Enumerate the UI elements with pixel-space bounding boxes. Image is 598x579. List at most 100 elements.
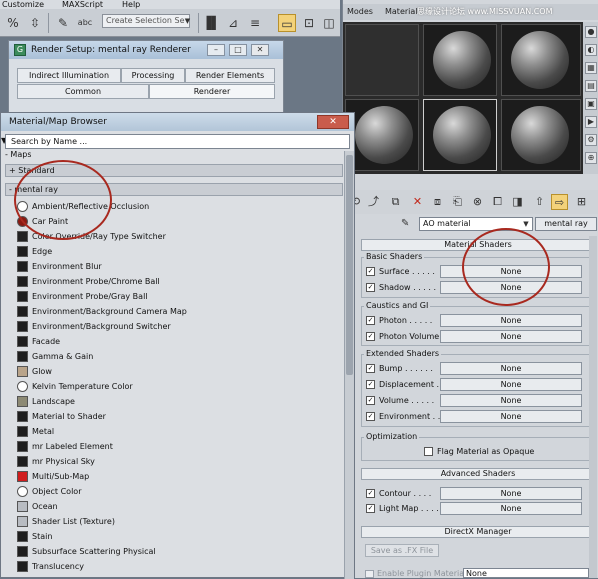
tab-processing[interactable]: Processing	[121, 68, 185, 83]
map-list-item[interactable]: Translucency	[15, 559, 343, 574]
options-icon[interactable]: ⚙	[585, 134, 597, 146]
volume-map-button[interactable]: None	[440, 394, 582, 407]
chevron-down-icon[interactable]: ▼	[183, 14, 192, 28]
close-button[interactable]: ✕	[251, 44, 269, 56]
sample-slot[interactable]	[501, 24, 581, 96]
map-list-item[interactable]: Stain	[15, 529, 343, 544]
eyedropper-icon[interactable]: ✎	[401, 217, 415, 231]
scrollbar-thumb[interactable]	[346, 155, 353, 375]
sample-type-icon[interactable]: ●	[585, 26, 597, 38]
make-unique-icon[interactable]: ⧈	[429, 194, 446, 210]
layer-icon[interactable]: ≡	[246, 14, 264, 32]
percent-snap-icon[interactable]: %	[4, 14, 22, 32]
tab-indirect-illumination[interactable]: Indirect Illumination	[17, 68, 121, 83]
material-id-icon[interactable]: ⊗	[469, 194, 486, 210]
put-to-scene-icon[interactable]: ⤴	[365, 194, 382, 210]
map-list-item[interactable]: Environment/Background Camera Map	[15, 304, 343, 319]
photon-map-button[interactable]: None	[440, 314, 582, 327]
shadow-checkbox[interactable]: ✓	[366, 283, 375, 292]
chevron-down-icon[interactable]: ▼	[520, 218, 532, 230]
save-fx-file-button[interactable]: Save as .FX File	[365, 544, 439, 557]
map-list-item[interactable]: mr Physical Sky	[15, 454, 343, 469]
browser-scrollbar[interactable]	[344, 151, 354, 579]
light-map-checkbox[interactable]: ✓	[366, 504, 375, 513]
photon-volume-map-button[interactable]: None	[440, 330, 582, 343]
flag-opaque-checkbox[interactable]	[424, 447, 433, 456]
schematic-view-icon[interactable]: ◫	[320, 14, 338, 32]
assign-material-icon[interactable]: ⧉	[387, 194, 404, 210]
plugin-material-select[interactable]: None	[463, 568, 589, 578]
map-list-item[interactable]: Material to Shader	[15, 409, 343, 424]
map-list-item[interactable]: Ocean	[15, 499, 343, 514]
minimize-button[interactable]: –	[207, 44, 225, 56]
map-list-item[interactable]: Environment Probe/Gray Ball	[15, 289, 343, 304]
photon-volume-checkbox[interactable]: ✓	[366, 332, 375, 341]
show-end-result-icon[interactable]: ◨	[509, 194, 526, 210]
menu-customize[interactable]: Customize	[2, 0, 44, 9]
light-map-button[interactable]: None	[440, 502, 582, 515]
curve-editor-icon[interactable]: ⊡	[300, 14, 318, 32]
align-icon[interactable]: ⊿	[224, 14, 242, 32]
map-list-item[interactable]: Landscape	[15, 394, 343, 409]
map-list-item[interactable]: Metal	[15, 424, 343, 439]
spinner-snap-icon[interactable]: ⇳	[26, 14, 44, 32]
sample-slot-active[interactable]	[423, 99, 497, 171]
contour-checkbox[interactable]: ✓	[366, 489, 375, 498]
map-list-item[interactable]: Environment/Background Switcher	[15, 319, 343, 334]
environment-map-button[interactable]: None	[440, 410, 582, 423]
pick-material-icon[interactable]: ⊞	[573, 194, 590, 210]
go-forward-sibling-icon[interactable]: ⇨	[551, 194, 568, 210]
map-list-item[interactable]: Gamma & Gain	[15, 349, 343, 364]
enable-plugin-checkbox[interactable]	[365, 570, 374, 578]
volume-checkbox[interactable]: ✓	[366, 396, 375, 405]
put-to-library-icon[interactable]: ⎗	[449, 194, 466, 210]
show-map-icon[interactable]: ⧠	[489, 194, 506, 210]
map-list-item[interactable]: mr Labeled Element	[15, 439, 343, 454]
menu-material[interactable]: Material	[385, 4, 418, 20]
background-icon[interactable]: ▦	[585, 62, 597, 74]
menu-modes[interactable]: Modes	[347, 4, 373, 20]
map-list-item[interactable]: Subsurface Scattering Physical	[15, 544, 343, 559]
photon-checkbox[interactable]: ✓	[366, 316, 375, 325]
graphite-icon[interactable]: ▭	[278, 14, 296, 32]
make-preview-icon[interactable]: ▶	[585, 116, 597, 128]
select-by-material-icon[interactable]: ⊕	[585, 152, 597, 164]
tab-common[interactable]: Common	[17, 84, 149, 99]
displacement-checkbox[interactable]: ✓	[366, 380, 375, 389]
rollout-directx-manager[interactable]: DirectX Manager	[361, 526, 595, 538]
map-list-item[interactable]: Shader List (Texture)	[15, 514, 343, 529]
maximize-button[interactable]: □	[229, 44, 247, 56]
environment-checkbox[interactable]: ✓	[366, 412, 375, 421]
sample-slot[interactable]	[501, 99, 581, 171]
search-input[interactable]: Search by Name ...	[5, 134, 350, 149]
abc-icon[interactable]: abc	[76, 14, 94, 32]
uv-tiling-icon[interactable]: ▤	[585, 80, 597, 92]
displacement-map-button[interactable]: None	[440, 378, 582, 391]
map-list-item[interactable]: Edge	[15, 244, 343, 259]
rollout-advanced-shaders[interactable]: Advanced Shaders	[361, 468, 595, 480]
material-editor-scrollbar[interactable]	[589, 236, 597, 578]
mirror-icon[interactable]: ▐▌	[202, 14, 220, 32]
sample-slot[interactable]	[345, 24, 419, 96]
sample-slot[interactable]	[345, 99, 419, 171]
tab-renderer[interactable]: Renderer	[149, 84, 275, 99]
map-list-item[interactable]: Multi/Sub-Map	[15, 469, 343, 484]
tab-render-elements[interactable]: Render Elements	[185, 68, 275, 83]
selection-set-input[interactable]: Create Selection Se	[102, 14, 190, 28]
material-type-button[interactable]: mental ray	[535, 217, 597, 231]
reset-map-icon[interactable]: ✕	[409, 194, 426, 210]
go-to-parent-icon[interactable]: ⇧	[531, 194, 548, 210]
map-list-item[interactable]: Environment Blur	[15, 259, 343, 274]
map-list-item[interactable]: Facade	[15, 334, 343, 349]
maps-category[interactable]: - Maps	[5, 151, 31, 159]
surface-checkbox[interactable]: ✓	[366, 267, 375, 276]
bump-map-button[interactable]: None	[440, 362, 582, 375]
edit-named-selections-icon[interactable]: ✎	[54, 14, 72, 32]
close-button[interactable]: ✕	[317, 115, 349, 129]
contour-map-button[interactable]: None	[440, 487, 582, 500]
map-list-item[interactable]: Object Color	[15, 484, 343, 499]
bump-checkbox[interactable]: ✓	[366, 364, 375, 373]
menu-help[interactable]: Help	[122, 0, 140, 9]
map-list-item[interactable]: Environment Probe/Chrome Ball	[15, 274, 343, 289]
sample-slot[interactable]	[423, 24, 497, 96]
